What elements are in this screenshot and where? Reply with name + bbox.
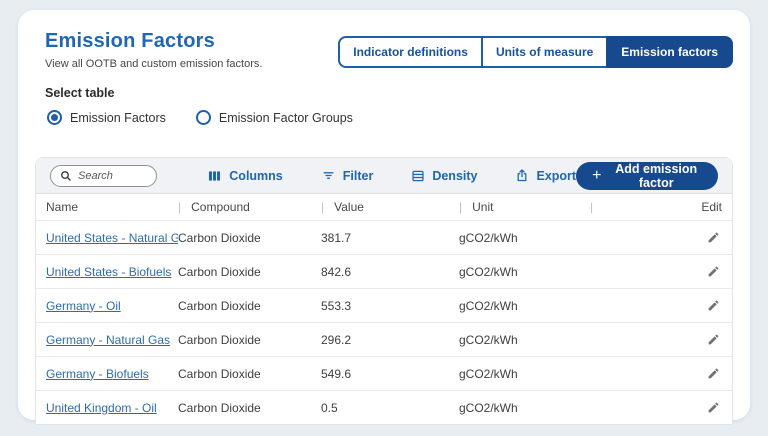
row-unit: gCO2/kWh [459, 265, 590, 279]
table-row: United States - Biofuels Carbon Dioxide … [36, 254, 732, 288]
row-compound: Carbon Dioxide [178, 265, 321, 279]
radio-emission-factor-groups[interactable]: Emission Factor Groups [196, 110, 353, 125]
table-row: Germany - Oil Carbon Dioxide 553.3 gCO2/… [36, 288, 732, 322]
row-unit: gCO2/kWh [459, 333, 590, 347]
table-row: Germany - Natural Gas Carbon Dioxide 296… [36, 322, 732, 356]
row-value: 0.5 [321, 401, 459, 415]
plus-icon: + [592, 168, 601, 184]
title-block: Emission Factors View all OOTB and custo… [45, 30, 262, 70]
radio-label: Emission Factor Groups [219, 111, 353, 125]
table-row: United Kingdom - Oil Carbon Dioxide 0.5 … [36, 390, 732, 424]
table-body: United States - Natural Gas Carbon Dioxi… [36, 220, 732, 424]
row-unit: gCO2/kWh [459, 299, 590, 313]
row-value: 549.6 [321, 367, 459, 381]
row-compound: Carbon Dioxide [178, 299, 321, 313]
edit-pencil-icon[interactable] [705, 229, 722, 246]
row-value: 296.2 [321, 333, 459, 347]
row-name-link[interactable]: Germany - Oil [46, 299, 121, 313]
table-row: Germany - Biofuels Carbon Dioxide 549.6 … [36, 356, 732, 390]
table-selector-radio-group: Emission Factors Emission Factor Groups [47, 110, 733, 125]
radio-label: Emission Factors [70, 111, 166, 125]
density-button[interactable]: Density [411, 169, 477, 183]
export-label: Export [536, 169, 576, 183]
search-icon [60, 170, 72, 182]
edit-pencil-icon[interactable] [705, 399, 722, 416]
column-divider: | [459, 200, 462, 214]
column-header-unit[interactable]: |Unit [459, 200, 590, 214]
column-divider: | [321, 200, 324, 214]
columns-icon [207, 169, 222, 183]
search-box[interactable] [50, 165, 157, 187]
edit-pencil-icon[interactable] [705, 331, 722, 348]
page: { "header": { "title": "Emission Factors… [0, 0, 768, 436]
add-emission-factor-label: Add emission factor [610, 162, 702, 190]
row-name-link[interactable]: United Kingdom - Oil [46, 401, 157, 415]
filter-button[interactable]: Filter [321, 169, 374, 183]
row-unit: gCO2/kWh [459, 401, 590, 415]
filter-label: Filter [343, 169, 374, 183]
emission-factors-table: Columns Filter Density [35, 157, 733, 425]
columns-label: Columns [229, 169, 282, 183]
radio-emission-factors[interactable]: Emission Factors [47, 110, 166, 125]
row-name-link[interactable]: Germany - Natural Gas [46, 333, 170, 347]
column-header-value[interactable]: |Value [321, 200, 459, 214]
row-unit: gCO2/kWh [459, 367, 590, 381]
row-name-link[interactable]: United States - Natural Gas [46, 231, 178, 245]
density-label: Density [432, 169, 477, 183]
row-unit: gCO2/kWh [459, 231, 590, 245]
tab-indicator-definitions[interactable]: Indicator definitions [338, 36, 483, 68]
column-header-name[interactable]: Name [46, 200, 178, 214]
table-toolbar: Columns Filter Density [36, 158, 732, 194]
row-compound: Carbon Dioxide [178, 401, 321, 415]
density-icon [411, 169, 425, 183]
column-header-edit: Edit [666, 200, 722, 214]
section-tabs: Indicator definitions Units of measure E… [338, 36, 733, 68]
edit-pencil-icon[interactable] [705, 297, 722, 314]
row-value: 553.3 [321, 299, 459, 313]
emission-factors-card: Emission Factors View all OOTB and custo… [18, 10, 750, 420]
page-title: Emission Factors [45, 30, 262, 53]
column-divider: | [590, 200, 593, 214]
radio-icon [196, 110, 211, 125]
row-compound: Carbon Dioxide [178, 367, 321, 381]
select-table-label: Select table [45, 86, 733, 100]
table-header-row: Name |Compound |Value |Unit | Edit [36, 194, 732, 220]
row-value: 381.7 [321, 231, 459, 245]
column-divider: | [178, 200, 181, 214]
table-row: United States - Natural Gas Carbon Dioxi… [36, 220, 732, 254]
radio-icon [47, 110, 62, 125]
tab-emission-factors[interactable]: Emission factors [606, 36, 733, 68]
page-subtitle: View all OOTB and custom emission factor… [45, 58, 262, 70]
row-compound: Carbon Dioxide [178, 231, 321, 245]
row-value: 842.6 [321, 265, 459, 279]
column-header-compound[interactable]: |Compound [178, 200, 321, 214]
filter-icon [321, 169, 336, 182]
edit-pencil-icon[interactable] [705, 365, 722, 382]
export-button[interactable]: Export [515, 168, 576, 183]
row-name-link[interactable]: Germany - Biofuels [46, 367, 149, 381]
add-emission-factor-button[interactable]: + Add emission factor [576, 162, 718, 190]
card-header: Emission Factors View all OOTB and custo… [35, 30, 733, 70]
export-icon [515, 168, 529, 183]
columns-button[interactable]: Columns [207, 169, 282, 183]
row-name-link[interactable]: United States - Biofuels [46, 265, 171, 279]
row-compound: Carbon Dioxide [178, 333, 321, 347]
tab-units-of-measure[interactable]: Units of measure [481, 36, 608, 68]
edit-pencil-icon[interactable] [705, 263, 722, 280]
column-header-spacer: | [590, 200, 666, 214]
search-input[interactable] [78, 170, 147, 182]
